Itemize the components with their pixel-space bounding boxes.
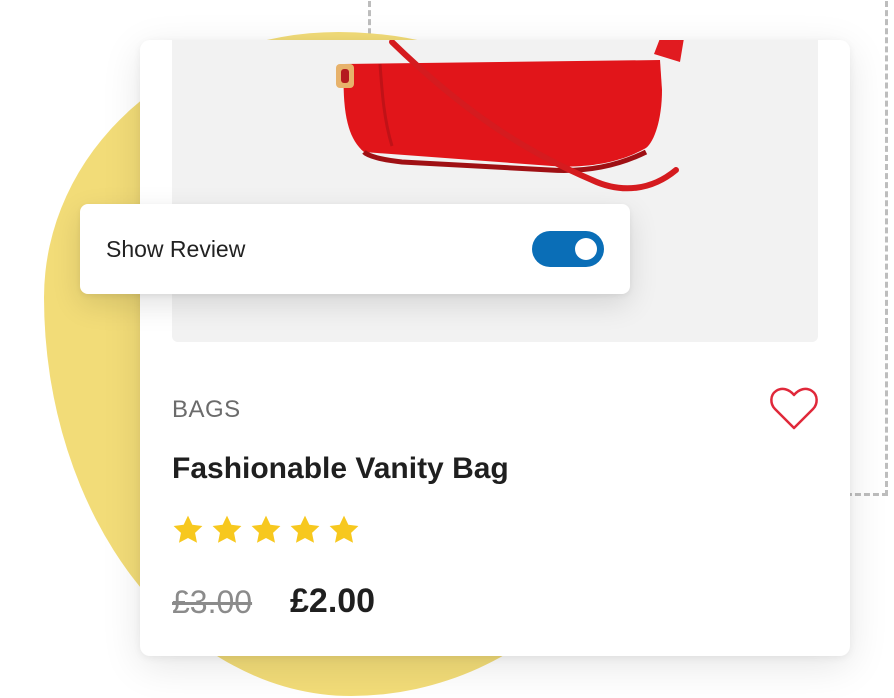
toggle-knob bbox=[575, 238, 597, 260]
star-icon bbox=[212, 515, 242, 543]
product-title[interactable]: Fashionable Vanity Bag bbox=[172, 452, 509, 486]
show-review-toggle[interactable] bbox=[532, 231, 604, 267]
product-card-stage: Show Review BAGS Fashionable Vanity Bag … bbox=[0, 0, 894, 698]
handbag-icon bbox=[336, 40, 684, 192]
original-price: £3.00 bbox=[172, 584, 253, 620]
product-card[interactable] bbox=[140, 40, 850, 656]
review-toggle-panel[interactable]: Show Review bbox=[80, 204, 630, 294]
star-icon bbox=[329, 515, 359, 543]
product-category: BAGS bbox=[172, 396, 241, 423]
sale-price: £2.00 bbox=[290, 582, 376, 620]
star-icon bbox=[173, 515, 203, 543]
show-review-label: Show Review bbox=[106, 235, 246, 262]
star-icon bbox=[251, 515, 281, 543]
product-image-well bbox=[172, 40, 818, 342]
star-icon bbox=[290, 515, 320, 543]
wishlist-heart-icon[interactable] bbox=[768, 384, 820, 432]
rating-stars bbox=[170, 512, 362, 548]
